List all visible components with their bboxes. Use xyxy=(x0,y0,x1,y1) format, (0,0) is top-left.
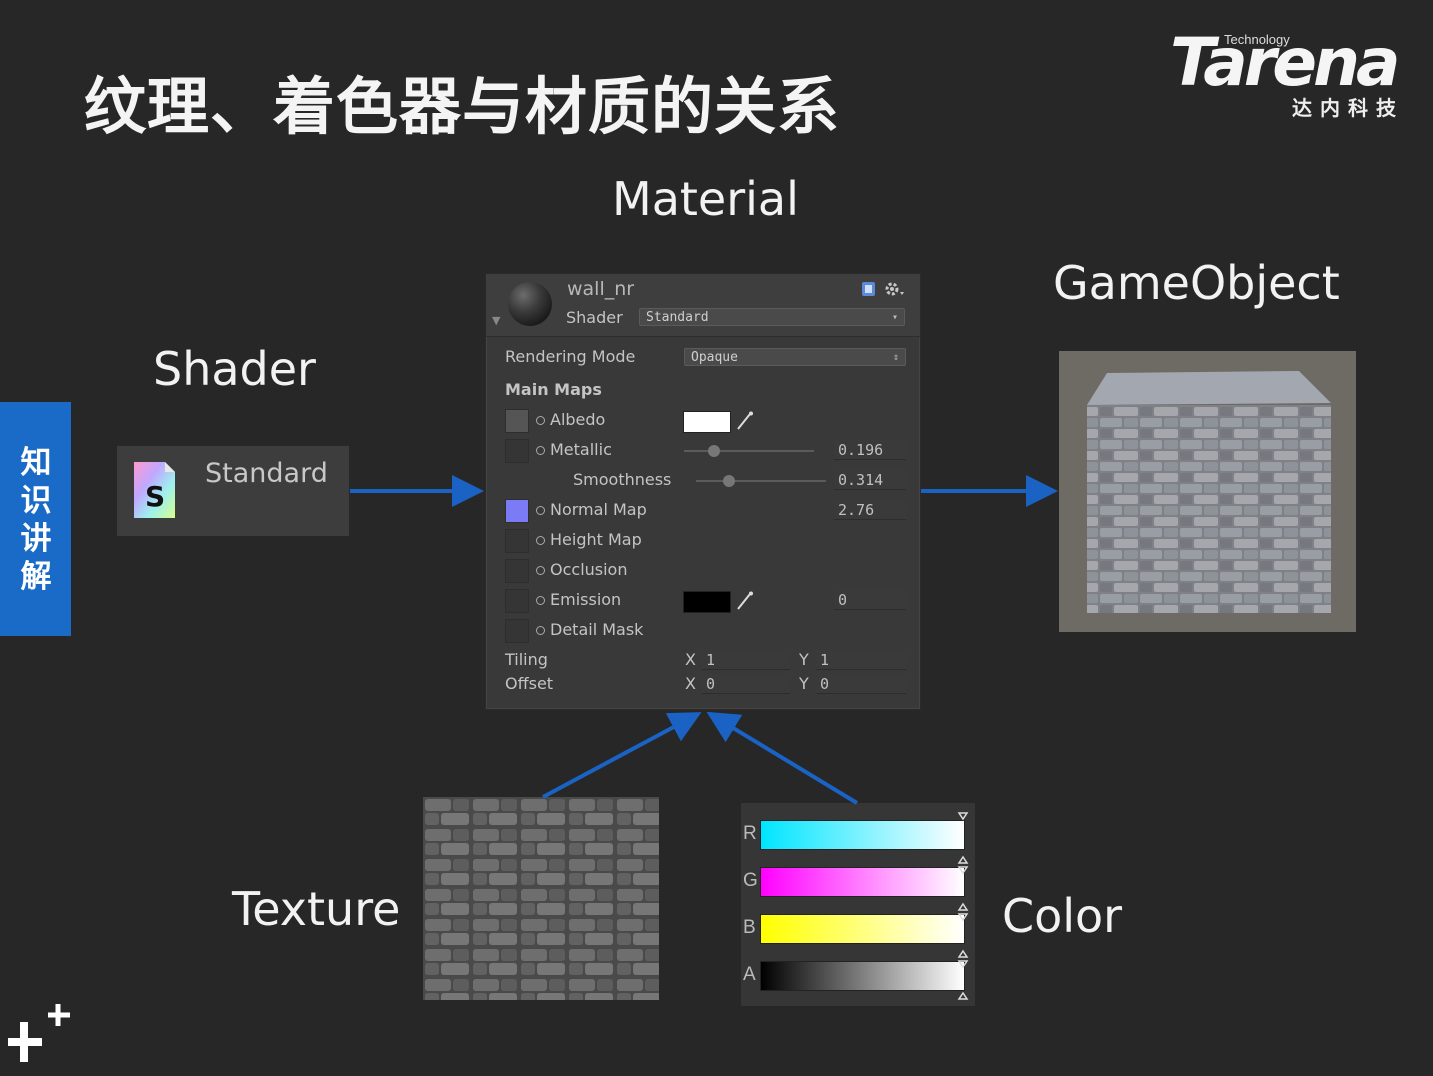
relationship-arrows xyxy=(350,475,1058,805)
plus-logo-icon xyxy=(8,1004,70,1062)
arrow-texture-to-material xyxy=(542,712,702,799)
arrow-color-to-material xyxy=(706,711,859,805)
